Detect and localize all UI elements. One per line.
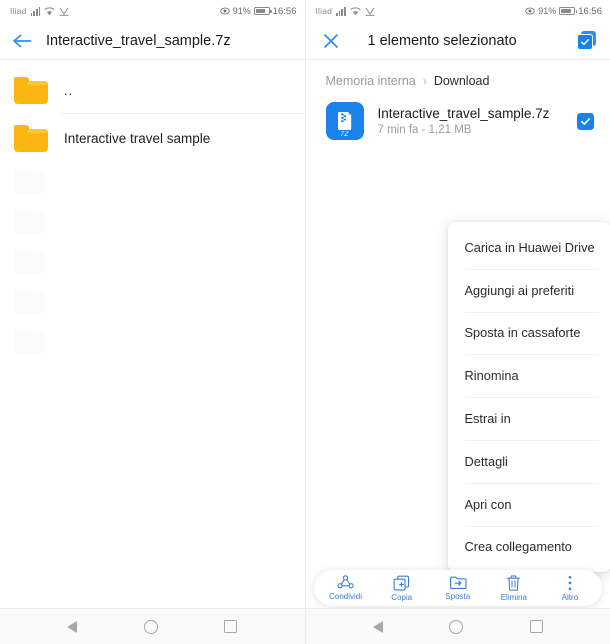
file-name-label: Interactive_travel_sample.7z <box>377 106 550 121</box>
breadcrumb-current[interactable]: Download <box>434 74 490 88</box>
left-app-bar: Interactive_travel_sample.7z <box>0 22 305 60</box>
archive-7z-icon: 7Z <box>325 102 364 140</box>
android-nav-bar-left <box>0 608 305 644</box>
nav-recents-icon[interactable] <box>224 620 238 633</box>
action-label: Sposta <box>445 592 471 601</box>
bottom-action-bar: Condividi Copia Sposta Elimina Altro <box>313 570 602 606</box>
nav-back-icon[interactable] <box>372 620 383 633</box>
nav-home-icon[interactable] <box>449 619 464 634</box>
action-label: Copia <box>391 592 413 602</box>
selection-count-label: 1 elemento selezionato <box>367 32 517 49</box>
placeholder-row <box>0 322 305 362</box>
share-icon <box>337 575 354 589</box>
action-label: Altro <box>561 592 579 602</box>
nav-back-icon[interactable] <box>67 620 78 633</box>
clock-label: 16:56 <box>272 5 297 17</box>
chevron-right-icon: › <box>422 74 427 88</box>
menu-item-create-shortcut[interactable]: Crea collegamento <box>448 525 610 569</box>
menu-item-rename[interactable]: Rinomina <box>448 354 610 397</box>
status-bar-right-group: 91% 16:56 <box>219 5 297 17</box>
placeholder-row <box>0 242 305 282</box>
menu-item-upload-huawei-drive[interactable]: Carica in Huawei Drive <box>448 226 610 269</box>
status-bar-left-group: Iliad <box>10 6 69 16</box>
placeholder-row <box>0 162 305 202</box>
file-meta-group: Interactive_travel_sample.7z 7 min fa - … <box>378 106 564 136</box>
action-share[interactable]: Condividi <box>320 575 372 601</box>
list-item[interactable]: Interactive travel sample <box>0 114 305 162</box>
eye-care-icon <box>219 7 230 15</box>
status-bar-right: Iliad 91% 16:56 <box>306 0 610 22</box>
action-label: Elimina <box>500 592 527 602</box>
signal-bars-icon <box>336 6 346 16</box>
action-move[interactable]: Sposta <box>432 575 484 601</box>
selection-app-bar: 1 elemento selezionato <box>305 22 610 60</box>
menu-item-extract-to[interactable]: Estrai in <box>448 397 610 440</box>
signal-bars-icon <box>30 6 41 16</box>
context-menu: Carica in Huawei Drive Aggiungi ai prefe… <box>447 222 610 573</box>
menu-item-details[interactable]: Dettagli <box>448 439 610 483</box>
clock-label: 16:56 <box>578 5 602 17</box>
placeholder-row <box>0 202 305 242</box>
battery-icon <box>559 7 578 15</box>
battery-percent-label: 91% <box>538 6 557 16</box>
dual-panel-screenshot: Iliad 91% 16:56 Interactive_travel_sampl… <box>0 0 610 644</box>
carrier-label: Iliad <box>315 6 333 16</box>
menu-item-open-with[interactable]: Apri con <box>448 482 610 526</box>
trash-icon <box>507 574 521 591</box>
folder-placeholder-icon <box>14 330 44 354</box>
nav-recents-icon[interactable] <box>529 620 543 633</box>
folder-icon <box>14 76 48 104</box>
file-extension-label: 7Z <box>340 131 349 138</box>
file-details-label: 7 min fa - 1,21 MB <box>377 124 472 136</box>
folder-icon <box>14 124 48 152</box>
back-arrow-icon[interactable] <box>12 33 32 49</box>
vpn-icon <box>365 7 375 16</box>
battery-icon <box>253 7 272 15</box>
wifi-icon <box>44 6 55 15</box>
status-bar-right-group: 91% 16:56 <box>525 6 602 17</box>
more-vertical-icon <box>568 575 572 590</box>
carrier-label: Iliad <box>10 6 27 16</box>
status-bar-left: Iliad 91% 16:56 <box>0 0 305 22</box>
page-title: Interactive_travel_sample.7z <box>46 32 231 49</box>
folder-placeholder-icon <box>14 170 44 194</box>
status-bar-left-group: Iliad <box>316 6 375 16</box>
menu-item-move-to-safe[interactable]: Sposta in cassaforte <box>448 311 610 355</box>
file-checkbox[interactable] <box>577 112 594 130</box>
battery-percent-label: 91% <box>232 6 251 16</box>
nav-home-icon[interactable] <box>143 619 158 634</box>
list-item[interactable]: .. <box>0 66 305 114</box>
list-item-label: Interactive travel sample <box>64 130 211 146</box>
breadcrumb-root[interactable]: Memoria interna <box>326 74 416 88</box>
file-list-item[interactable]: 7Z Interactive_travel_sample.7z 7 min fa… <box>306 98 610 144</box>
folder-placeholder-icon <box>14 210 44 234</box>
action-copy[interactable]: Copia <box>376 575 428 602</box>
close-icon[interactable] <box>322 32 340 50</box>
select-all-checkbox-icon[interactable] <box>577 31 596 50</box>
wifi-icon <box>350 6 361 15</box>
folder-list: .. Interactive travel sample <box>0 60 305 362</box>
breadcrumb: Memoria interna › Download <box>306 60 610 98</box>
action-more[interactable]: Altro <box>544 575 596 602</box>
menu-item-add-favorites[interactable]: Aggiungi ai preferiti <box>448 268 610 312</box>
folder-placeholder-icon <box>14 290 44 314</box>
copy-icon <box>393 575 410 591</box>
android-nav-bar-right <box>305 608 610 644</box>
list-item-label: .. <box>64 82 74 98</box>
placeholder-row <box>0 282 305 322</box>
folder-placeholder-icon <box>14 250 44 274</box>
vpn-icon <box>59 7 69 16</box>
move-folder-icon <box>449 576 467 589</box>
left-panel-archive-browser: Iliad 91% 16:56 Interactive_travel_sampl… <box>0 0 306 644</box>
action-label: Condividi <box>329 592 362 601</box>
action-delete[interactable]: Elimina <box>488 574 540 602</box>
right-panel-file-manager: Iliad 91% 16:56 1 elemento selezionato M… <box>305 0 610 644</box>
eye-care-icon <box>525 7 535 15</box>
